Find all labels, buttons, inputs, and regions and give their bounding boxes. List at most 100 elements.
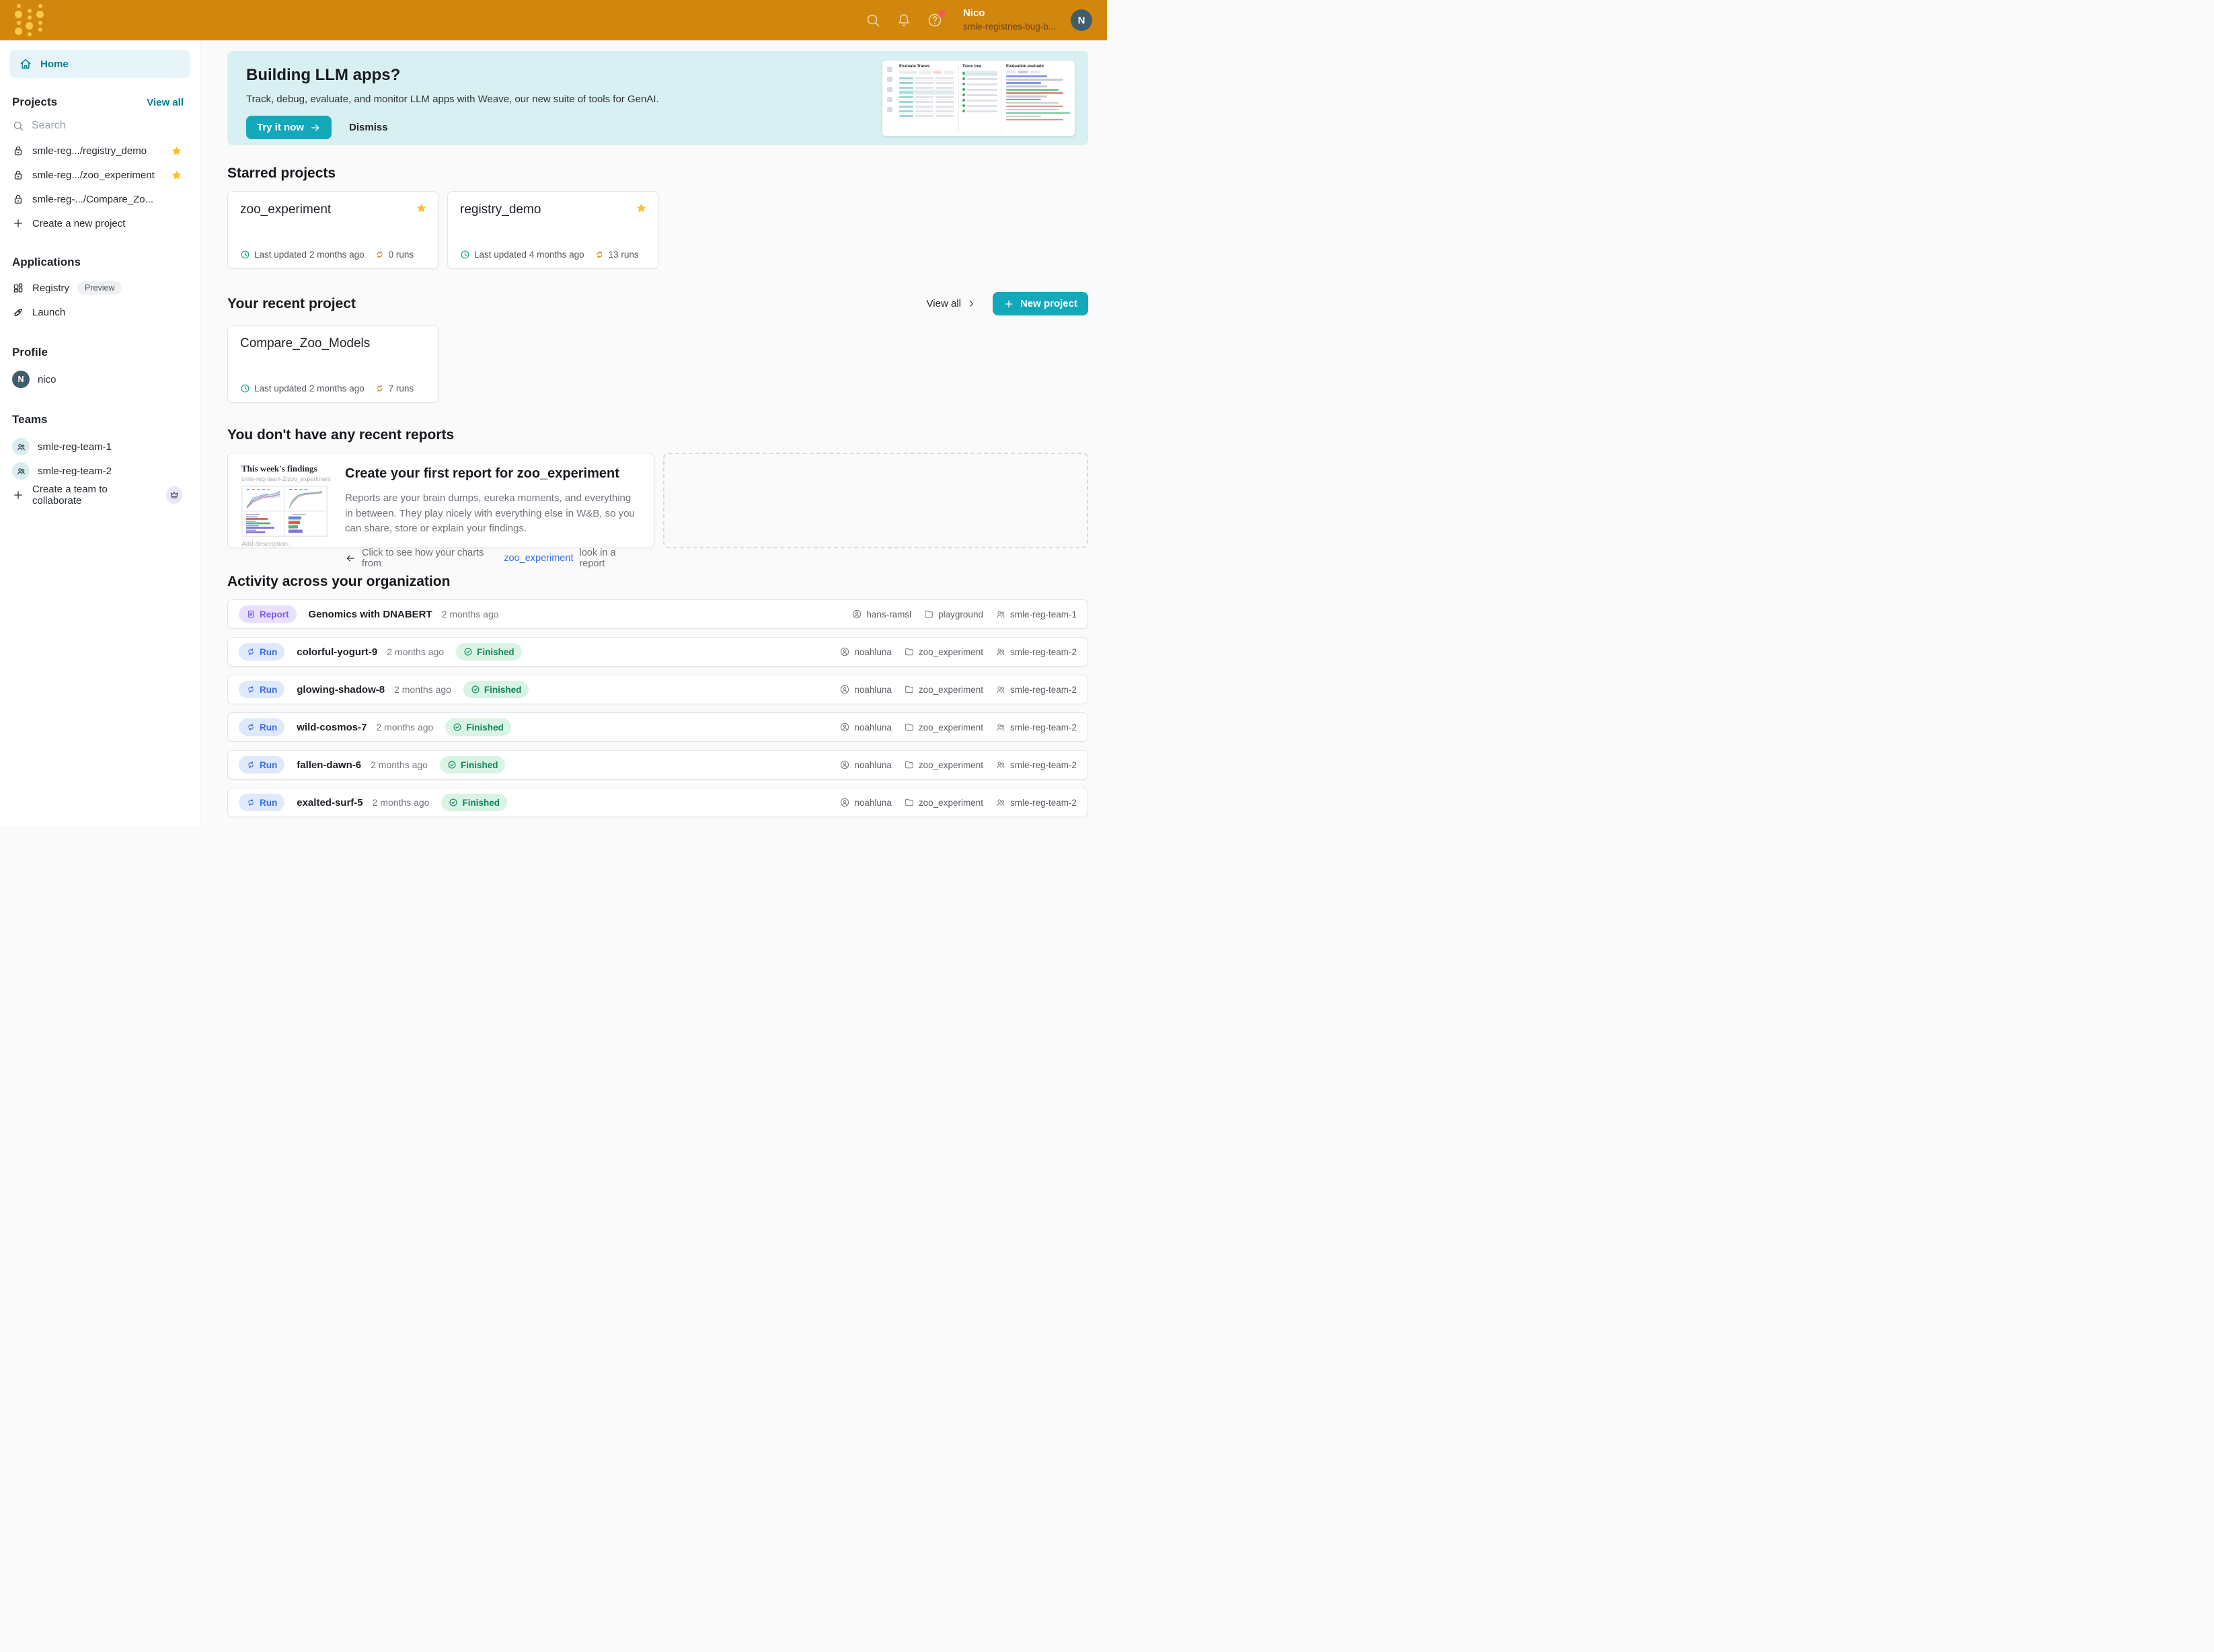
- weave-promo-banner: Building LLM apps? Track, debug, evaluat…: [227, 51, 1088, 145]
- top-navbar: Nico smle-registries-bug-b... N: [0, 0, 1107, 40]
- activity-user: noahluna: [854, 760, 892, 770]
- activity-row-run[interactable]: Run colorful-yogurt-9 2 months ago Finis…: [227, 637, 1088, 667]
- finished-badge: Finished: [456, 643, 522, 661]
- sidebar-project-zoo-experiment[interactable]: smle-reg.../zoo_experiment: [12, 163, 182, 187]
- activity-row-report[interactable]: Report Genomics with DNABERT 2 months ag…: [227, 599, 1088, 629]
- main-content: Building LLM apps? Track, debug, evaluat…: [200, 40, 1107, 826]
- activity-team: smle-reg-team-1: [1010, 609, 1077, 620]
- activity-time: 2 months ago: [442, 609, 499, 620]
- preview-traces-table: Evaluate Traces: [899, 65, 954, 132]
- star-icon[interactable]: [171, 170, 182, 181]
- project-label: smle-reg.../zoo_experiment: [32, 170, 155, 181]
- activity-row-run[interactable]: Run exalted-surf-5 2 months ago Finished…: [227, 788, 1088, 817]
- starred-card-registry-demo[interactable]: registry_demo Last updated 4 months ago …: [447, 191, 658, 269]
- activity-project: zoo_experiment: [919, 685, 983, 695]
- activity-team: smle-reg-team-2: [1010, 798, 1077, 808]
- check-circle-icon: [463, 647, 473, 656]
- report-thumb-chart-line-2: [284, 486, 327, 511]
- status-label: Finished: [461, 760, 498, 770]
- project-search-input[interactable]: [32, 120, 159, 132]
- avatar[interactable]: N: [1071, 9, 1092, 31]
- search-icon[interactable]: [865, 12, 881, 28]
- runs-sync-icon: [595, 250, 605, 260]
- lock-icon: [12, 193, 24, 205]
- sidebar-item-home[interactable]: Home: [9, 50, 190, 78]
- search-icon: [12, 120, 24, 132]
- sidebar-team-2[interactable]: smle-reg-team-2: [12, 459, 182, 483]
- sidebar-team-1[interactable]: smle-reg-team-1: [12, 435, 182, 459]
- badge-label: Run: [260, 647, 277, 657]
- new-project-button[interactable]: New project: [993, 292, 1088, 315]
- create-report-card[interactable]: This week's findings smle-reg-team-2/zoo…: [227, 453, 654, 548]
- projects-view-all-link[interactable]: View all: [147, 97, 184, 108]
- applications-header-label: Applications: [12, 256, 81, 269]
- weave-preview-thumbnail: Evaluate Traces Trace tree: [882, 61, 1075, 136]
- report-thumb-subtitle: smle-reg-team-2/zoo_experiment: [241, 476, 328, 482]
- user-circle-icon: [839, 646, 850, 657]
- activity-name: Genomics with DNABERT: [309, 609, 432, 620]
- preview-tree-title: Trace tree: [962, 65, 997, 69]
- team-label: smle-reg-team-2: [38, 465, 112, 477]
- report-thumb-add-description: Add description...: [241, 541, 328, 548]
- lock-icon: [12, 145, 24, 157]
- check-circle-icon: [453, 722, 462, 732]
- nav-user-block[interactable]: Nico smle-registries-bug-b...: [963, 7, 1056, 33]
- project-card-title: registry_demo: [460, 202, 646, 217]
- sidebar-project-registry-demo[interactable]: smle-reg.../registry_demo: [12, 139, 182, 163]
- run-sync-icon: [246, 798, 256, 807]
- run-sync-icon: [246, 722, 256, 732]
- run-sync-icon: [246, 685, 256, 694]
- check-circle-icon: [447, 760, 457, 769]
- team-label: smle-reg-team-1: [38, 441, 112, 453]
- plus-icon: [12, 217, 24, 229]
- folder-icon: [923, 609, 934, 620]
- report-link-project[interactable]: zoo_experiment: [504, 553, 573, 564]
- preview-sidebar-rail: [887, 65, 894, 132]
- users-icon: [16, 466, 26, 476]
- launch-label: Launch: [32, 307, 65, 318]
- activity-time: 2 months ago: [376, 722, 433, 733]
- arrow-right-icon: [310, 122, 321, 133]
- team-avatar: [12, 438, 30, 455]
- try-it-now-button[interactable]: Try it now: [246, 116, 332, 139]
- create-project-label: Create a new project: [32, 218, 125, 229]
- sidebar-item-registry[interactable]: Registry Preview: [12, 276, 182, 300]
- runs-sync-icon: [375, 383, 385, 393]
- starred-card-zoo-experiment[interactable]: zoo_experiment Last updated 2 months ago…: [227, 191, 438, 269]
- sidebar-item-profile-nico[interactable]: N nico: [12, 367, 182, 391]
- activity-row-run[interactable]: Run glowing-shadow-8 2 months ago Finish…: [227, 675, 1088, 704]
- run-badge: Run: [239, 681, 284, 698]
- bell-icon[interactable]: [896, 12, 912, 28]
- preview-badge: Preview: [77, 281, 122, 295]
- activity-row-run[interactable]: Run fallen-dawn-6 2 months ago Finished …: [227, 750, 1088, 780]
- check-circle-icon: [471, 685, 480, 694]
- sidebar-project-compare-zoo[interactable]: smle-reg-.../Compare_Zo...: [12, 187, 182, 211]
- create-new-project-button[interactable]: Create a new project: [12, 211, 182, 235]
- arrow-left-icon: [345, 553, 356, 564]
- activity-time: 2 months ago: [371, 759, 428, 770]
- dismiss-button[interactable]: Dismiss: [349, 122, 388, 133]
- activity-user: noahluna: [854, 798, 892, 808]
- profile-name: nico: [38, 374, 56, 385]
- wandb-dots-logo[interactable]: [15, 4, 44, 36]
- badge-label: Run: [260, 685, 277, 695]
- activity-user: noahluna: [854, 722, 892, 733]
- star-icon[interactable]: [416, 202, 427, 214]
- activity-row-run[interactable]: Run wild-cosmos-7 2 months ago Finished …: [227, 712, 1088, 742]
- star-icon[interactable]: [636, 202, 647, 214]
- create-team-button[interactable]: Create a team to collaborate: [12, 483, 182, 507]
- project-search[interactable]: [12, 120, 184, 132]
- report-badge: Report: [239, 605, 297, 623]
- preview-trace-tree: Trace tree: [958, 65, 1001, 132]
- help-icon[interactable]: [927, 12, 943, 28]
- last-updated-text: Last updated 2 months ago: [254, 250, 365, 260]
- registry-label: Registry: [32, 283, 69, 294]
- sidebar-item-launch[interactable]: Launch: [12, 300, 182, 324]
- star-icon[interactable]: [171, 145, 182, 157]
- activity-project: zoo_experiment: [919, 722, 983, 733]
- recent-card-compare-zoo-models[interactable]: Compare_Zoo_Models Last updated 2 months…: [227, 325, 438, 403]
- folder-icon: [904, 722, 915, 733]
- starred-projects-header: Starred projects: [227, 165, 1088, 182]
- recent-view-all-link[interactable]: View all: [927, 298, 977, 309]
- rocket-icon: [12, 306, 24, 318]
